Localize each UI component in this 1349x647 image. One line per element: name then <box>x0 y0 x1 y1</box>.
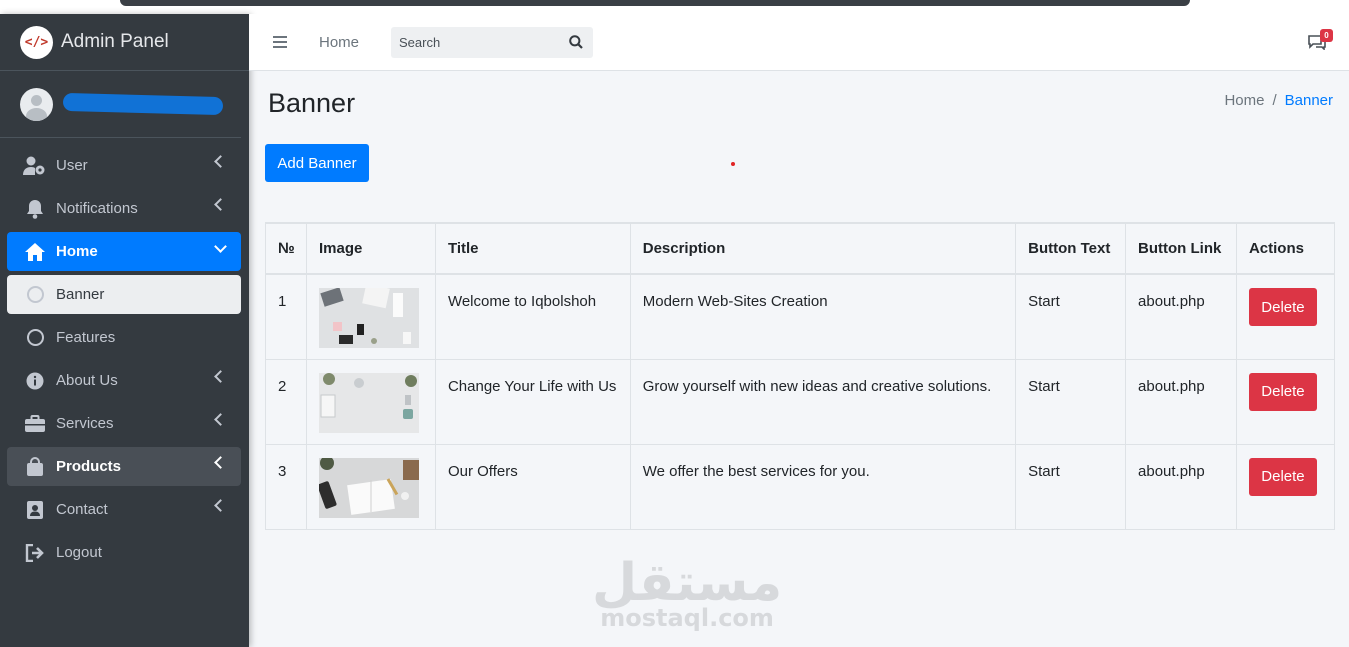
hamburger-menu-icon[interactable] <box>273 36 287 48</box>
shopping-bag-icon <box>23 456 47 477</box>
brand-logo: </> <box>20 25 53 59</box>
column-header-title: Title <box>434 222 631 275</box>
sidebar-item-label: About Us <box>56 372 118 389</box>
chevron-down-icon <box>214 240 227 253</box>
sidebar-item-notifications[interactable]: Notifications <box>7 189 241 228</box>
top-navbar: Home 0 <box>249 14 1349 71</box>
delete-button[interactable]: Delete <box>1248 372 1317 411</box>
user-cog-icon <box>23 156 47 176</box>
chevron-left-icon <box>214 413 227 426</box>
banner-thumbnail <box>318 283 419 348</box>
user-avatar <box>20 87 53 121</box>
cursor-dot <box>731 162 735 166</box>
watermark-arabic: مستقل <box>592 553 783 613</box>
row-title: Welcome to Iqbolshoh <box>434 273 631 360</box>
row-button-text: Start <box>1015 273 1127 360</box>
table-row: 2 Change Your Life with Us Grow yourself… <box>265 358 1336 445</box>
banner-thumbnail <box>317 455 419 518</box>
sidebar-item-services[interactable]: Services <box>7 404 241 443</box>
sidebar-item-label: Services <box>56 415 114 432</box>
delete-button[interactable]: Delete <box>1248 457 1317 496</box>
search-input[interactable] <box>391 34 562 50</box>
column-header-button-text: Button Text <box>1015 222 1127 275</box>
sidebar-nav: User Notifications Home Banner Features <box>0 138 249 572</box>
row-title: Change Your Life with Us <box>434 358 631 445</box>
sidebar-item-label: Notifications <box>56 200 138 217</box>
column-header-description: Description <box>629 222 1017 275</box>
column-header-button-link: Button Link <box>1125 222 1237 275</box>
table-header-row: № Image Title Description Button Text Bu… <box>265 222 1336 275</box>
mostaql-watermark: مستقل mostaql.com <box>592 553 783 632</box>
sidebar: </> Admin Panel User Notifications Home <box>0 14 249 647</box>
breadcrumb-separator: / <box>1272 92 1277 109</box>
circle-icon <box>23 328 47 348</box>
brand-link[interactable]: </> Admin Panel <box>0 14 249 71</box>
table-row: 1 Welcome to Iqbolshoh Modern Web-Sites … <box>265 273 1336 360</box>
sidebar-item-label: User <box>56 157 88 174</box>
browser-top-strip <box>0 0 1349 14</box>
brand-title: Admin Panel <box>61 31 169 52</box>
column-header-number: № <box>265 222 307 275</box>
banner-thumbnail <box>318 372 419 433</box>
sidebar-item-about-us[interactable]: About Us <box>7 361 241 400</box>
sidebar-item-products[interactable]: Products <box>7 447 241 486</box>
redacted-user-name <box>62 92 224 116</box>
add-banner-button[interactable]: Add Banner <box>265 144 369 182</box>
row-title: Our Offers <box>434 443 631 530</box>
search-button[interactable] <box>561 35 591 49</box>
sidebar-item-label: Contact <box>56 501 108 518</box>
table-row: 3 Our Offers We offer the best services … <box>265 443 1336 530</box>
navbar-search <box>391 26 594 58</box>
row-button-text: Start <box>1015 443 1127 530</box>
sidebar-item-label: Banner <box>56 286 105 303</box>
row-button-link: about.php <box>1125 443 1237 530</box>
search-icon <box>569 35 583 49</box>
row-number: 2 <box>265 358 307 445</box>
row-description: Modern Web-Sites Creation <box>629 273 1017 360</box>
chevron-left-icon <box>214 456 227 469</box>
circle-icon <box>23 285 47 305</box>
row-description: We offer the best services for you. <box>629 443 1017 530</box>
row-button-link: about.php <box>1125 358 1237 445</box>
breadcrumb: Home / Banner <box>1224 92 1333 109</box>
row-description: Grow yourself with new ideas and creativ… <box>629 358 1017 445</box>
banner-table: № Image Title Description Button Text Bu… <box>265 222 1336 530</box>
row-number: 1 <box>265 273 307 360</box>
sidebar-item-home[interactable]: Home <box>7 232 241 271</box>
watermark-latin: mostaql.com <box>600 604 774 632</box>
user-panel[interactable] <box>0 71 241 138</box>
messages-button[interactable]: 0 <box>1307 29 1333 51</box>
chevron-left-icon <box>214 499 227 512</box>
sidebar-item-features[interactable]: Features <box>7 318 241 357</box>
sidebar-item-label: Features <box>56 329 116 346</box>
chevron-left-icon <box>214 198 227 211</box>
row-number: 3 <box>265 443 307 530</box>
sidebar-item-label: Products <box>56 458 122 475</box>
row-button-text: Start <box>1015 358 1127 445</box>
bell-icon <box>23 199 47 219</box>
sidebar-item-label: Home <box>56 243 98 260</box>
briefcase-icon <box>23 414 47 434</box>
column-header-actions: Actions <box>1235 222 1336 275</box>
column-header-image: Image <box>305 222 436 275</box>
sidebar-item-logout[interactable]: Logout <box>7 533 241 572</box>
breadcrumb-current: Banner <box>1284 92 1333 109</box>
sidebar-item-label: Logout <box>56 544 102 561</box>
page-title: Banner <box>268 88 356 118</box>
info-icon <box>23 371 47 391</box>
sidebar-item-contact[interactable]: Contact <box>7 490 241 529</box>
row-button-link: about.php <box>1125 273 1237 360</box>
chevron-left-icon <box>214 155 227 168</box>
navbar-home-link[interactable]: Home <box>319 34 359 51</box>
breadcrumb-home-link[interactable]: Home <box>1224 92 1264 109</box>
messages-count-badge: 0 <box>1320 29 1333 42</box>
chevron-left-icon <box>214 370 227 383</box>
logout-icon <box>23 543 47 563</box>
sidebar-item-user[interactable]: User <box>7 146 241 185</box>
home-icon <box>23 242 47 262</box>
browser-bar <box>120 0 1190 6</box>
delete-button[interactable]: Delete <box>1248 288 1317 326</box>
sidebar-item-banner[interactable]: Banner <box>7 275 241 314</box>
contact-card-icon <box>23 500 47 520</box>
